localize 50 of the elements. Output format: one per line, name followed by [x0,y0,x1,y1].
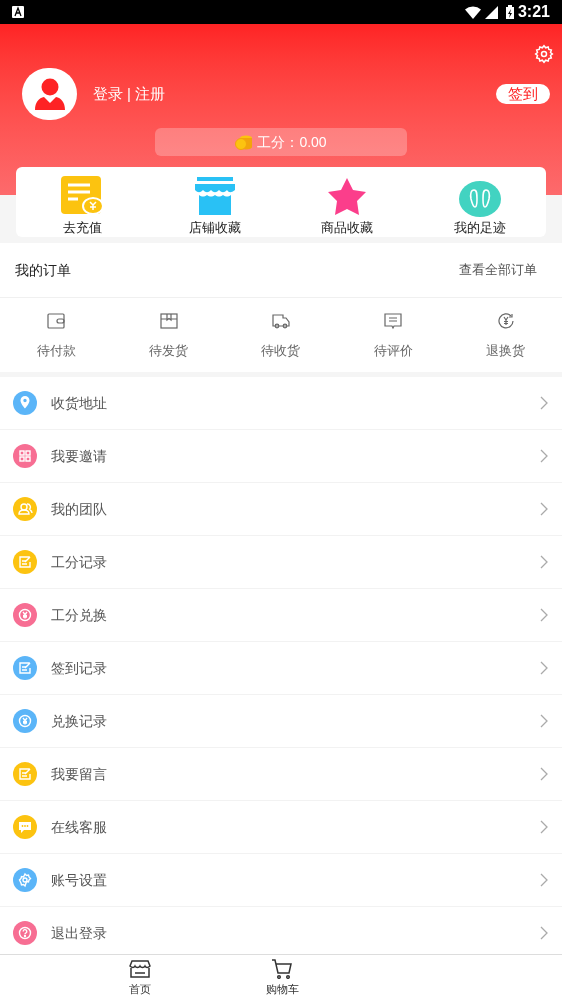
clock-time: 3:21 [517,2,550,22]
order-status-item[interactable]: 待评价 [337,298,450,372]
store-icon [192,177,237,217]
chevron-right-icon [540,820,548,834]
menu-row[interactable]: 收货地址 [0,377,562,430]
store-outline-icon [129,959,151,980]
shortcut-item[interactable]: 店铺收藏 [148,167,281,242]
order-status-item[interactable]: 待付款 [0,298,113,372]
chevron-right-icon [540,873,548,887]
menu-row[interactable]: 我要留言 [0,748,562,801]
tab-bar-item[interactable]: 购物车 [211,955,353,1002]
order-status-item[interactable]: 待收货 [224,298,338,372]
chevron-right-icon [540,714,548,728]
wifi-icon [464,5,481,19]
shortcut-item[interactable]: 去充值 [16,167,149,242]
separator: | [127,83,131,104]
bill-coin-icon [60,175,105,217]
user-silhouette-icon [34,77,65,111]
menu-row[interactable]: 我的团队 [0,483,562,536]
shortcut-item[interactable]: 商品收藏 [281,167,414,242]
orders-title: 我的订单 [15,260,71,280]
chevron-right-icon [540,502,548,516]
chevron-right-icon [540,767,548,781]
coins-icon [235,133,254,151]
menu-row[interactable]: 签到记录 [0,642,562,695]
menu-row[interactable]: 兑换记录 [0,695,562,748]
tab-bar-item[interactable]: 首页 [69,955,211,1002]
chevron-right-icon [540,449,548,463]
menu-row[interactable]: 在线客服 [0,801,562,854]
cart-icon [271,959,293,980]
signal-icon [484,5,498,19]
app-notification-icon [12,6,24,18]
shortcut-item[interactable]: 我的足迹 [413,167,546,242]
chevron-right-icon [540,608,548,622]
chevron-right-icon [540,555,548,569]
chevron-right-icon [540,396,548,410]
order-status-item[interactable]: 待发货 [112,298,225,372]
battery-icon [505,5,514,19]
footprints-icon [458,181,501,217]
menu-row[interactable]: 我要邀请 [0,430,562,483]
order-status-item[interactable]: 退换货 [449,298,562,372]
points-text: 工分：0.00 [257,132,327,152]
menu-row[interactable]: 工分兑换 [0,589,562,642]
chevron-right-icon [540,661,548,675]
view-all-orders-link[interactable]: 查看全部订单 [459,260,537,280]
settings-icon[interactable] [534,44,554,64]
menu-row[interactable]: 工分记录 [0,536,562,589]
chevron-right-icon [540,926,548,940]
menu-row[interactable]: 账号设置 [0,854,562,907]
check-in-button[interactable]: 签到 [496,84,550,104]
